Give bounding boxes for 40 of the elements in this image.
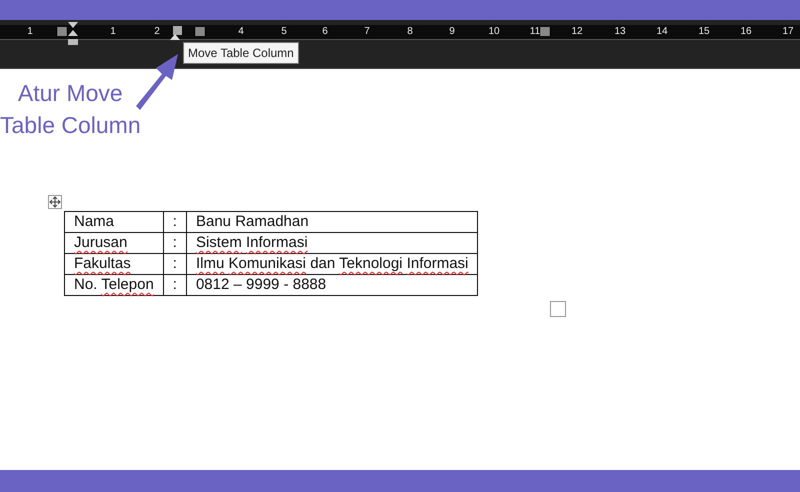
table-cell: Ilmu Komunikasi dan Teknologi Informasi: [186, 254, 478, 274]
ruler-number: 4: [238, 25, 244, 39]
ruler-number: 8: [407, 25, 413, 39]
table-cell: :: [163, 212, 186, 232]
ruler-number: 13: [614, 25, 626, 39]
table-cell: Nama: [64, 212, 164, 232]
ruler-number: 10: [488, 25, 500, 39]
column-marker-icon[interactable]: [540, 27, 550, 36]
table-cell: Jurusan: [64, 232, 164, 254]
table-cell: Banu Ramadhan: [186, 212, 478, 232]
resize-handle-icon[interactable]: [550, 301, 566, 317]
tooltip: Move Table Column: [183, 42, 299, 64]
table-cell: Sistem Informasi: [186, 232, 478, 254]
pointer-arrow: [136, 54, 178, 110]
ruler-number: 6: [322, 25, 328, 39]
table-cell: Fakultas: [64, 254, 164, 274]
ruler-number: 16: [740, 25, 752, 39]
ruler-number: 11: [530, 25, 540, 39]
column-marker-icon[interactable]: [169, 25, 183, 41]
table-cell: :: [163, 254, 186, 274]
table-cell: No. Telepon: [64, 274, 164, 296]
move-handle-icon[interactable]: [48, 195, 62, 209]
ruler-number: 2: [154, 25, 160, 39]
table-cell: 0812 – 9999 - 8888: [186, 274, 478, 296]
ruler-number: 9: [449, 25, 455, 39]
indent-marker-icon[interactable]: [68, 22, 78, 48]
ruler-number: 1: [27, 25, 33, 39]
column-marker-icon[interactable]: [196, 27, 204, 36]
ruler-number: 14: [656, 25, 668, 39]
annotation-line: Atur Move: [18, 79, 123, 108]
table-cell: :: [163, 274, 186, 296]
table-cell: :: [163, 232, 186, 254]
ruler-number: 17: [782, 25, 794, 39]
ruler-number: 12: [571, 25, 583, 39]
ruler-number: 1: [110, 25, 116, 39]
annotation-line: Table Column: [0, 111, 141, 140]
ruler-number: 5: [281, 25, 287, 39]
column-marker-icon[interactable]: [58, 27, 66, 36]
ruler-number: 7: [364, 25, 370, 39]
ruler-number: 15: [698, 25, 710, 39]
